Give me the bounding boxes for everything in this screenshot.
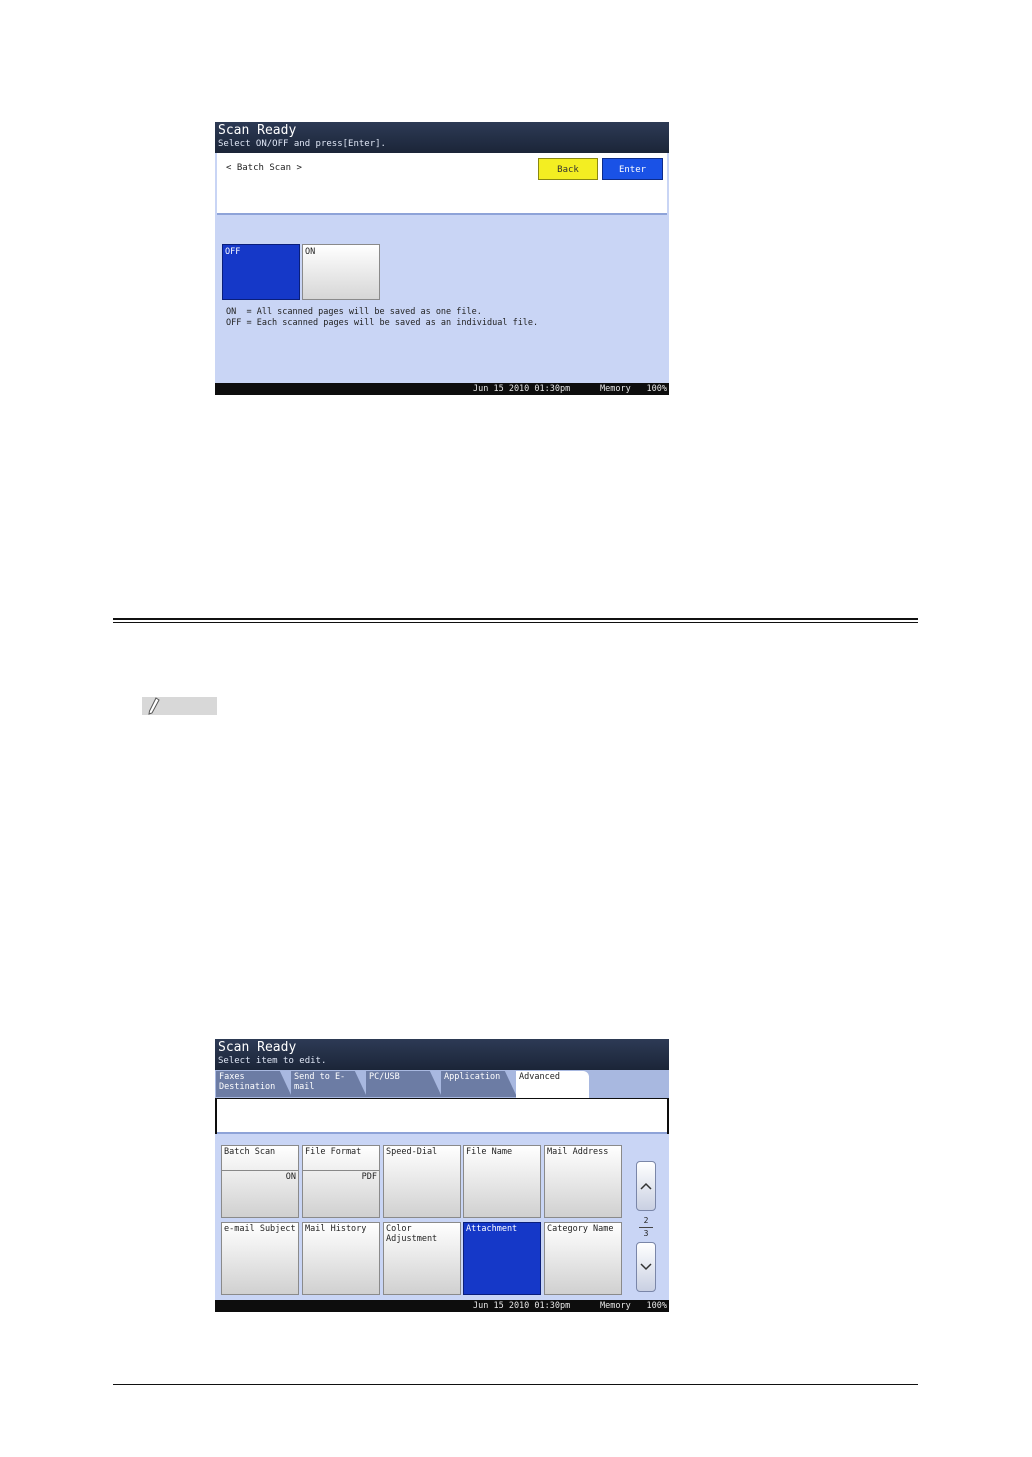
pencil-icon bbox=[148, 697, 160, 715]
status-datetime: Jun 15 2010 01:30pm bbox=[473, 1301, 571, 1311]
item-label: Mail History bbox=[305, 1224, 367, 1234]
settings-grid: Batch Scan ON File Format PDF Speed-Dial… bbox=[215, 1134, 669, 1300]
item-value: PDF bbox=[361, 1172, 377, 1182]
item-label: File Format bbox=[305, 1147, 362, 1157]
screen-instruction: Select ON/OFF and press[Enter]. bbox=[218, 139, 386, 149]
item-label: File Name bbox=[466, 1147, 513, 1157]
status-datetime: Jun 15 2010 01:30pm bbox=[473, 384, 571, 394]
page-current: 2 bbox=[643, 1216, 649, 1225]
status-bar: Jun 15 2010 01:30pm Memory 100% bbox=[215, 1300, 669, 1312]
item-label: e-mail Subject bbox=[224, 1224, 296, 1234]
body-area: < Batch Scan > Back Enter OFF ON ON = Al… bbox=[215, 153, 669, 383]
item-color-adjustment[interactable]: Color Adjustment bbox=[383, 1222, 461, 1295]
tab-application[interactable]: Application bbox=[441, 1071, 517, 1097]
item-label: Speed-Dial bbox=[386, 1147, 438, 1157]
screen-instruction: Select item to edit. bbox=[218, 1056, 327, 1066]
enter-button[interactable]: Enter bbox=[602, 158, 663, 180]
title-bar: Scan Ready Select ON/OFF and press[Enter… bbox=[215, 122, 669, 153]
item-label: Category Name bbox=[547, 1224, 614, 1234]
item-divider bbox=[222, 1170, 298, 1171]
status-memory-label: Memory bbox=[600, 384, 631, 394]
option-on-button[interactable]: ON bbox=[302, 244, 380, 300]
description-on: ON = All scanned pages will be saved as … bbox=[226, 307, 482, 317]
chevron-down-icon bbox=[640, 1263, 652, 1271]
note-label bbox=[142, 697, 217, 715]
breadcrumb: < Batch Scan > bbox=[226, 163, 302, 173]
batch-scan-screen: Scan Ready Select ON/OFF and press[Enter… bbox=[215, 122, 669, 395]
tab-pc-usb[interactable]: PC/USB bbox=[366, 1071, 442, 1097]
tab-send-to-email[interactable]: Send to E-mail bbox=[291, 1071, 367, 1097]
item-file-format[interactable]: File Format PDF bbox=[302, 1145, 380, 1218]
chevron-up-icon bbox=[640, 1182, 652, 1190]
item-label: Mail Address bbox=[547, 1147, 609, 1157]
title-bar: Scan Ready Select item to edit. bbox=[215, 1039, 669, 1070]
item-label: Color Adjustment bbox=[386, 1224, 438, 1244]
info-panel: < Batch Scan > Back Enter bbox=[217, 153, 667, 215]
scroll-down-button[interactable] bbox=[636, 1242, 656, 1292]
tab-bar: Faxes Destination Send to E-mail PC/USB … bbox=[215, 1070, 669, 1098]
item-category-name[interactable]: Category Name bbox=[544, 1222, 622, 1295]
item-speed-dial[interactable]: Speed-Dial bbox=[383, 1145, 461, 1218]
item-batch-scan[interactable]: Batch Scan ON bbox=[221, 1145, 299, 1218]
tab-faxes-destination[interactable]: Faxes Destination bbox=[216, 1071, 292, 1097]
section-rule bbox=[113, 618, 918, 620]
screen-title: Scan Ready bbox=[218, 1040, 297, 1055]
tab-advanced[interactable]: Advanced bbox=[516, 1071, 589, 1098]
item-file-name[interactable]: File Name bbox=[463, 1145, 541, 1218]
status-memory-label: Memory bbox=[600, 1301, 631, 1311]
item-mail-history[interactable]: Mail History bbox=[302, 1222, 380, 1295]
item-value: ON bbox=[285, 1172, 296, 1182]
item-divider bbox=[303, 1170, 379, 1171]
item-email-subject[interactable]: e-mail Subject bbox=[221, 1222, 299, 1295]
item-label: Batch Scan bbox=[224, 1147, 276, 1157]
item-attachment[interactable]: Attachment bbox=[463, 1222, 541, 1295]
page-divider bbox=[639, 1227, 653, 1228]
back-button[interactable]: Back bbox=[538, 158, 598, 180]
option-off-button[interactable]: OFF bbox=[222, 244, 300, 300]
footer-rule bbox=[113, 1384, 918, 1385]
advanced-settings-screen: Scan Ready Select item to edit. Faxes De… bbox=[215, 1039, 669, 1312]
item-label: Attachment bbox=[466, 1224, 518, 1234]
info-panel bbox=[217, 1099, 667, 1134]
status-bar: Jun 15 2010 01:30pm Memory 100% bbox=[215, 383, 669, 395]
status-memory-value: 100% bbox=[646, 1301, 667, 1311]
item-mail-address[interactable]: Mail Address bbox=[544, 1145, 622, 1218]
scroll-up-button[interactable] bbox=[636, 1161, 656, 1211]
section-rule-thin bbox=[113, 622, 918, 623]
description-off: OFF = Each scanned pages will be saved a… bbox=[226, 318, 539, 328]
page-total: 3 bbox=[643, 1229, 649, 1238]
status-memory-value: 100% bbox=[646, 384, 667, 394]
screen-title: Scan Ready bbox=[218, 123, 297, 138]
